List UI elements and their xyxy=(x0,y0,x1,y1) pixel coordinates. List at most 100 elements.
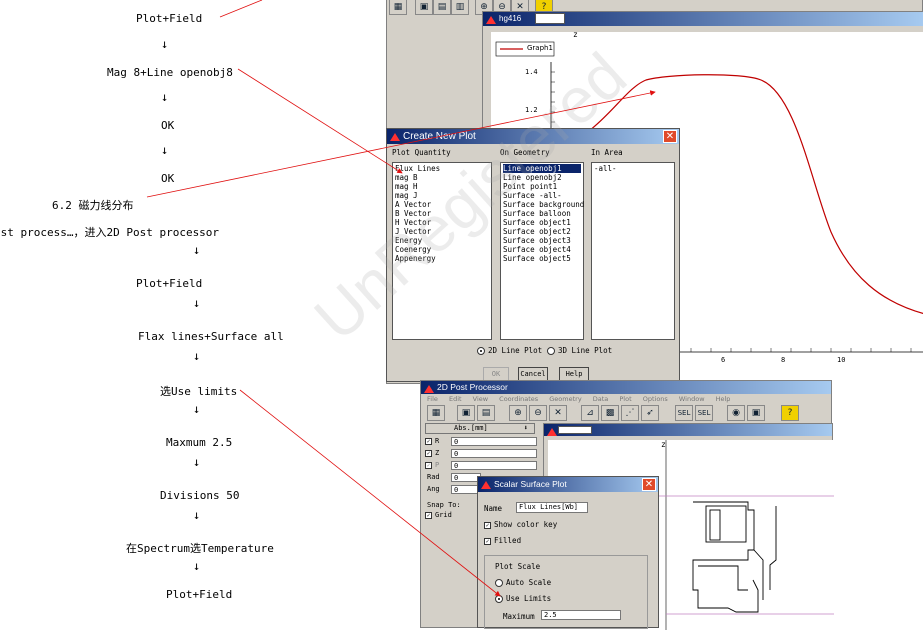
filled-checkbox[interactable]: ✓ Filled xyxy=(484,536,521,545)
coord-field-p[interactable]: 0 xyxy=(451,461,537,470)
checkbox[interactable]: ✓ xyxy=(425,449,432,457)
check-icon: ✓ xyxy=(484,521,491,529)
maximum-label: Maximum xyxy=(503,612,535,621)
zoom-in-icon[interactable]: ⊕ xyxy=(509,405,527,421)
vector-plot-icon[interactable]: ⋰ xyxy=(621,405,639,421)
list-item[interactable]: mag J xyxy=(395,191,489,200)
check-icon: ✓ xyxy=(484,537,491,545)
select-icon[interactable]: SEL xyxy=(675,405,693,421)
show-color-key-checkbox[interactable]: ✓ Show color key xyxy=(484,520,557,529)
menu-coordinates[interactable]: Coordinates xyxy=(499,395,538,403)
checkbox[interactable]: ✓ xyxy=(425,461,432,469)
list-item[interactable]: Surface balloon xyxy=(503,209,581,218)
zoom-out-icon[interactable]: ⊖ xyxy=(529,405,547,421)
list-item[interactable]: Line openobj2 xyxy=(503,173,581,182)
list-item[interactable]: A Vector xyxy=(395,200,489,209)
radio-2d-line-plot[interactable]: 2D Line Plot xyxy=(477,346,542,355)
open-icon[interactable]: ▣ xyxy=(457,405,475,421)
list-item[interactable]: B Vector xyxy=(395,209,489,218)
close-icon[interactable]: ✕ xyxy=(642,478,656,491)
unselect-icon[interactable]: SEL xyxy=(695,405,713,421)
list-item[interactable]: Surface -all- xyxy=(503,191,581,200)
open-icon[interactable]: ▣ xyxy=(415,0,433,15)
use-limits-radio[interactable]: Use Limits xyxy=(495,594,551,603)
snap-to-label: Snap To: xyxy=(427,501,461,509)
section-heading: 6.2 磁力线分布 xyxy=(52,199,134,212)
down-arrow-icon: ↓ xyxy=(161,90,169,104)
list-item[interactable]: Coenergy xyxy=(395,245,489,254)
menu-data[interactable]: Data xyxy=(593,395,609,403)
list-item[interactable]: Surface object5 xyxy=(503,254,581,263)
maximum-field[interactable]: 2.5 xyxy=(541,610,621,620)
check-icon: ✓ xyxy=(425,511,432,519)
coord-row-r: ✓ R xyxy=(425,437,439,445)
list-item[interactable]: J Vector xyxy=(395,227,489,236)
close-icon[interactable]: ✕ xyxy=(663,130,677,143)
radio-3d-label: 3D Line Plot xyxy=(558,346,613,355)
list-item[interactable]: Surface background xyxy=(503,200,584,209)
step-divisions: Divisions 50 xyxy=(160,489,240,502)
menu-plot[interactable]: Plot xyxy=(619,395,631,403)
step-ok-2: OK xyxy=(161,172,175,185)
list-item[interactable]: -all- xyxy=(594,164,672,173)
list-item[interactable]: Flux Lines xyxy=(395,164,489,173)
save-icon[interactable]: ▤ xyxy=(433,0,451,15)
name-field[interactable]: Flux Lines[Wb] xyxy=(516,502,588,513)
on-geometry-list[interactable]: Line openobj1 Line openobj2 Point point1… xyxy=(500,162,584,340)
list-item[interactable]: Surface object3 xyxy=(503,236,581,245)
arrow-plot-icon[interactable]: ➶ xyxy=(641,405,659,421)
view-icon[interactable]: ▣ xyxy=(747,405,765,421)
x-tick-label: 10 xyxy=(837,356,846,364)
step-post-process: ost process…，进入2D Post processor xyxy=(0,226,220,239)
plot-title-field[interactable] xyxy=(535,13,565,24)
view-title-field[interactable] xyxy=(558,426,592,434)
radio-3d-line-plot[interactable]: 3D Line Plot xyxy=(547,346,612,355)
grid-checkbox[interactable]: ✓ Grid xyxy=(425,511,452,519)
plot-quantity-list[interactable]: Flux Lines mag B mag H mag J A Vector B … xyxy=(392,162,492,340)
step-spectrum: 在Spectrum选Temperature xyxy=(126,542,274,555)
grid-icon[interactable]: ▦ xyxy=(427,405,445,421)
coord-header[interactable]: Abs.[mm] ⬇ xyxy=(425,423,535,434)
list-item[interactable]: Energy xyxy=(395,236,489,245)
list-item[interactable]: mag B xyxy=(395,173,489,182)
line-plot-icon[interactable]: ⊿ xyxy=(581,405,599,421)
surface-plot-icon[interactable]: ▩ xyxy=(601,405,619,421)
menu-window[interactable]: Window xyxy=(679,395,705,403)
radio-2d-label: 2D Line Plot xyxy=(488,346,543,355)
menu-options[interactable]: Options xyxy=(643,395,668,403)
print-icon[interactable]: ▥ xyxy=(451,0,469,15)
menu-help[interactable]: Help xyxy=(716,395,731,403)
down-arrow-icon: ↓ xyxy=(193,508,201,522)
list-item-selected[interactable]: Line openobj1 xyxy=(503,164,581,173)
list-item[interactable]: H Vector xyxy=(395,218,489,227)
in-area-header: In Area xyxy=(591,148,623,157)
auto-scale-radio[interactable]: Auto Scale xyxy=(495,578,551,587)
eye-icon[interactable]: ◉ xyxy=(727,405,745,421)
coord-field-z[interactable]: 0 xyxy=(451,449,537,458)
list-item[interactable]: Appenergy xyxy=(395,254,489,263)
device-outline xyxy=(692,501,777,613)
help-icon[interactable]: ? xyxy=(781,405,799,421)
grid-icon[interactable]: ▦ xyxy=(389,0,407,15)
use-limits-label: Use Limits xyxy=(506,594,552,603)
list-item[interactable]: mag H xyxy=(395,182,489,191)
in-area-list[interactable]: -all- xyxy=(591,162,675,340)
radio-off-icon xyxy=(495,579,503,587)
menu-geometry[interactable]: Geometry xyxy=(549,395,581,403)
auto-scale-label: Auto Scale xyxy=(506,578,552,587)
list-item[interactable]: Point point1 xyxy=(503,182,581,191)
post-processor-title: 2D Post Processor xyxy=(437,382,508,392)
menu-view[interactable]: View xyxy=(473,395,488,403)
checkbox[interactable]: ✓ xyxy=(425,437,432,445)
down-arrow-icon: ↓ xyxy=(193,243,201,257)
menu-edit[interactable]: Edit xyxy=(449,395,462,403)
list-item[interactable]: Surface object1 xyxy=(503,218,581,227)
menu-file[interactable]: File xyxy=(427,395,438,403)
save-icon[interactable]: ▤ xyxy=(477,405,495,421)
step-plot-field-1: Plot+Field xyxy=(136,12,203,25)
zoom-reset-icon[interactable]: ✕ xyxy=(549,405,567,421)
coord-field-r[interactable]: 0 xyxy=(451,437,537,446)
list-item[interactable]: Surface object4 xyxy=(503,245,581,254)
list-item[interactable]: Surface object2 xyxy=(503,227,581,236)
annotation-line xyxy=(237,68,403,174)
